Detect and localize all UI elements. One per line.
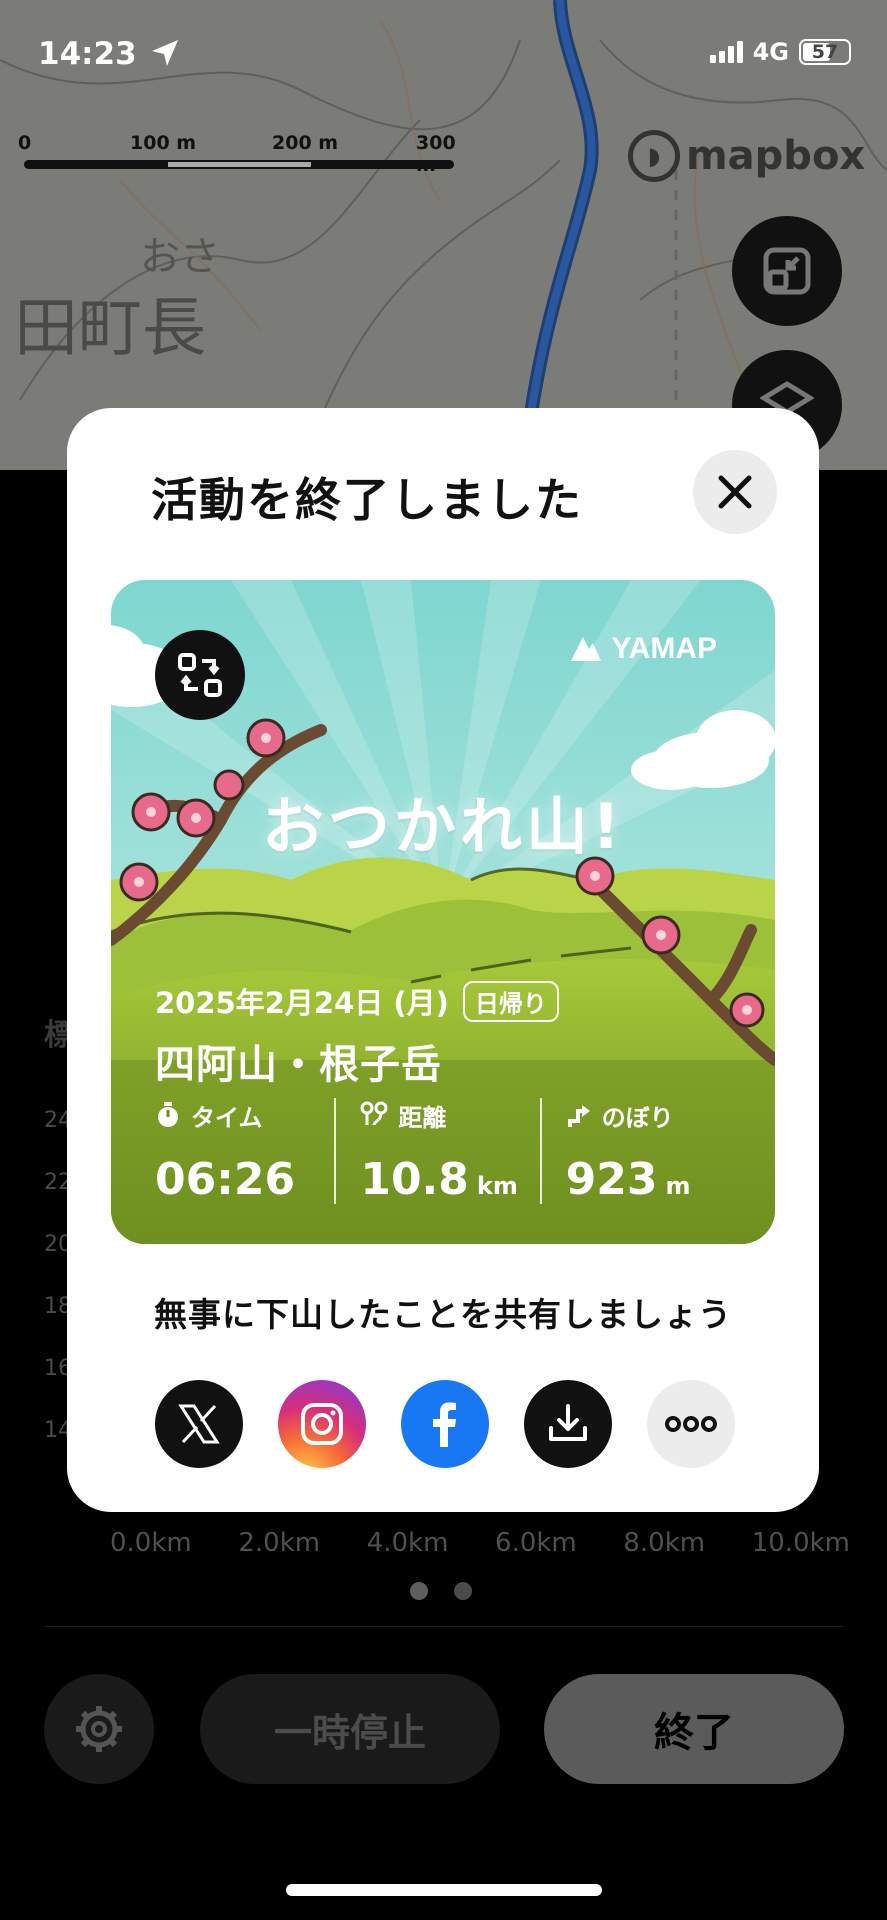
stopwatch-icon (158, 1102, 178, 1127)
stat-unit: km (476, 1172, 518, 1200)
mapbox-logo-icon: ◗ (628, 130, 680, 182)
swap-icon (178, 653, 222, 697)
gear-icon (76, 1706, 122, 1752)
stat-label: 距離 (398, 1103, 447, 1132)
page-dot[interactable] (454, 1582, 472, 1600)
activity-finished-modal: 活動を終了しました YAMAP おつかれ山! 2025年2月24日 (月) 日帰… (67, 408, 819, 1512)
map-place-large: 田町長 (14, 292, 206, 366)
card-message: おつかれ山! (261, 790, 625, 863)
download-icon (549, 1404, 587, 1441)
battery-icon: 57 (799, 39, 851, 65)
facebook-icon (433, 1402, 456, 1447)
close-button[interactable] (693, 450, 777, 534)
activity-stats: タイム 06:26 距離 10.8 km のぼり 923 m (155, 1098, 745, 1205)
status-bar: 14:23 4G 57 (0, 0, 887, 110)
stat-label: のぼり (601, 1103, 674, 1132)
x-axis-label: 8.0km (623, 1528, 706, 1558)
download-button[interactable] (524, 1380, 612, 1468)
share-buttons (155, 1380, 735, 1468)
stat-ascent: のぼり 923 m (539, 1098, 745, 1205)
battery-level: 57 (811, 41, 839, 63)
x-axis-label: 4.0km (366, 1528, 449, 1558)
yamap-logo: YAMAP (569, 632, 717, 666)
route-icon (360, 1101, 388, 1126)
stat-value: 06:26 (155, 1154, 296, 1205)
share-facebook-button[interactable] (401, 1380, 489, 1468)
ascent-arrow-icon (567, 1105, 590, 1127)
location-arrow-icon (152, 40, 178, 66)
x-icon (178, 1404, 220, 1444)
stat-value: 923 (565, 1154, 658, 1205)
elevation-x-axis: 0.0km 2.0km 4.0km 6.0km 8.0km 10.0km (110, 1528, 850, 1558)
stat-time: タイム 06:26 (155, 1098, 334, 1205)
mapbox-attribution[interactable]: ◗ mapbox (628, 130, 865, 182)
map-place-small: おさ (140, 234, 220, 280)
yamap-mountain-icon (571, 637, 602, 661)
fullscreen-toggle-button[interactable] (732, 216, 842, 326)
divider (44, 1626, 844, 1627)
instagram-icon (301, 1403, 343, 1445)
trip-type-badge: 日帰り (462, 980, 559, 1022)
more-share-button[interactable] (647, 1380, 735, 1468)
x-axis-label: 2.0km (238, 1528, 321, 1558)
close-icon (718, 475, 752, 509)
stat-distance: 距離 10.8 km (334, 1098, 539, 1205)
activity-date-row: 2025年2月24日 (月) 日帰り (155, 980, 559, 1022)
stat-value: 10.8 (360, 1154, 469, 1205)
x-axis-label: 6.0km (495, 1528, 577, 1558)
stat-unit: m (665, 1172, 691, 1200)
mapbox-label: mapbox (686, 133, 866, 179)
share-instagram-button[interactable] (278, 1380, 366, 1468)
x-axis-label: 0.0km (110, 1528, 192, 1558)
scale-label-300: 300 m (416, 132, 456, 176)
scale-label-0: 0 (18, 132, 32, 154)
home-indicator[interactable] (286, 1884, 602, 1896)
activity-date: 2025年2月24日 (月) (155, 986, 449, 1020)
x-axis-label: 10.0km (751, 1528, 850, 1558)
scale-label-100: 100 m (130, 132, 197, 154)
collapse-icon (763, 247, 811, 295)
scale-label-200: 200 m (272, 132, 339, 154)
brand-name: YAMAP (611, 632, 717, 665)
share-x-button[interactable] (155, 1380, 243, 1468)
end-activity-button[interactable]: 終了 (544, 1674, 844, 1784)
more-icon (665, 1416, 717, 1432)
share-prompt: 無事に下山したことを共有しましょう (154, 1295, 732, 1334)
swap-design-button[interactable] (155, 630, 245, 720)
settings-button[interactable] (44, 1674, 154, 1784)
mountain-name: 四阿山・根子岳 (155, 1042, 442, 1088)
status-indicators: 4G 57 (709, 38, 851, 66)
cellular-signal-icon (709, 41, 743, 63)
summary-card[interactable]: YAMAP おつかれ山! 2025年2月24日 (月) 日帰り 四阿山・根子岳 … (111, 580, 775, 1244)
pause-button[interactable]: 一時停止 (200, 1674, 500, 1784)
stat-label: タイム (191, 1103, 263, 1132)
page-indicator[interactable] (410, 1582, 472, 1600)
status-time: 14:23 (38, 36, 137, 72)
network-type: 4G (752, 38, 789, 66)
page-dot-active[interactable] (410, 1582, 428, 1600)
